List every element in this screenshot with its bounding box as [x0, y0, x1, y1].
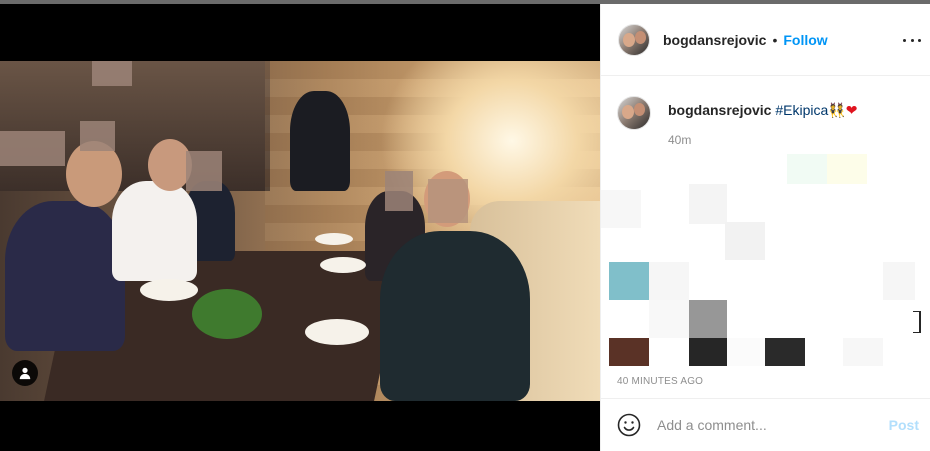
heart-emoji: ❤ [845, 102, 858, 118]
smiley-icon[interactable] [617, 413, 641, 437]
caption-hashtag[interactable]: #Ekipica [775, 102, 828, 118]
blurred-comments-area [601, 154, 930, 369]
post-header: bogdansrejovic • Follow [601, 4, 930, 76]
follow-button[interactable]: Follow [783, 32, 827, 48]
post-media[interactable] [0, 4, 600, 451]
post-sidebar: bogdansrejovic • Follow bogdansrejovic #… [600, 4, 930, 451]
post-comment-button[interactable]: Post [889, 417, 919, 433]
post-timestamp[interactable]: 40 MINUTES AGO [617, 376, 703, 387]
caption-emoji: 👯 [828, 102, 846, 118]
caption-username[interactable]: bogdansrejovic [668, 102, 771, 118]
post-photo[interactable] [0, 61, 600, 401]
comment-input[interactable] [657, 417, 889, 433]
comment-bar: Post [601, 398, 930, 451]
more-options-icon[interactable] [903, 31, 921, 49]
user-tag-icon[interactable] [12, 360, 38, 386]
caption-avatar[interactable] [617, 96, 651, 130]
separator-dot: • [772, 31, 778, 48]
caption-time[interactable]: 40m [668, 133, 857, 147]
post-caption: bogdansrejovic #Ekipica👯❤ 40m [617, 96, 917, 147]
avatar[interactable] [618, 23, 650, 56]
scroll-indicator[interactable] [913, 311, 921, 333]
header-username[interactable]: bogdansrejovic [663, 32, 766, 48]
